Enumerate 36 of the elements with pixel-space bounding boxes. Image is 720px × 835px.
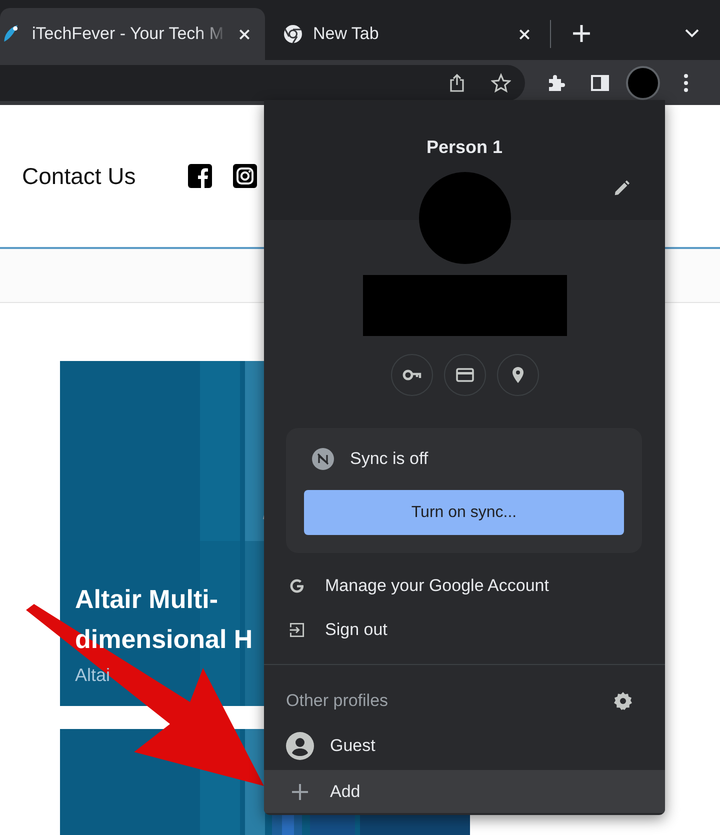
new-tab-icon[interactable]	[572, 24, 591, 43]
plus-icon	[291, 782, 309, 800]
nav-link[interactable]: Contact Us	[22, 162, 136, 190]
facebook-icon[interactable]	[188, 164, 212, 188]
menu-item[interactable]: Manage your Google Account	[264, 564, 665, 608]
profile-item[interactable]: Guest	[264, 724, 665, 768]
puzzle-icon[interactable]	[546, 72, 566, 92]
profile-item[interactable]: Add	[264, 770, 665, 813]
sign-out-icon	[288, 621, 306, 639]
turn-on-sync-button[interactable]: Turn on sync...	[304, 490, 624, 535]
share-icon[interactable]	[447, 72, 467, 92]
star-icon[interactable]	[491, 72, 511, 92]
chevron-down-icon[interactable]	[685, 28, 699, 38]
passwords-button[interactable]	[390, 354, 432, 396]
instagram-icon[interactable]	[232, 164, 257, 188]
person-icon	[286, 732, 314, 760]
side-panel-icon[interactable]	[590, 72, 610, 92]
google-g-icon	[288, 577, 306, 595]
section-heading: Other profiles	[286, 691, 388, 711]
settings-icon[interactable]	[613, 691, 633, 711]
addresses-button[interactable]	[496, 354, 538, 396]
more-menu-icon[interactable]	[683, 72, 689, 92]
close-icon[interactable]	[238, 28, 251, 40]
chrome-logo-icon	[283, 24, 303, 44]
profile-avatar[interactable]	[626, 66, 660, 100]
menu-item[interactable]: Sign out	[264, 608, 665, 652]
browser-tab[interactable]: New Tab	[265, 8, 545, 60]
card-icon	[454, 365, 474, 385]
sync-off-icon	[312, 448, 334, 470]
pencil-icon[interactable]	[612, 179, 631, 198]
sync-status: Sync is off	[350, 449, 428, 469]
payment-button[interactable]	[444, 354, 486, 396]
profile-name: Person 1	[426, 136, 503, 158]
browser-tab[interactable]: iTechFever - Your Tech M	[0, 8, 265, 60]
close-icon[interactable]	[518, 28, 531, 40]
article-excerpt: Altai	[75, 665, 112, 686]
